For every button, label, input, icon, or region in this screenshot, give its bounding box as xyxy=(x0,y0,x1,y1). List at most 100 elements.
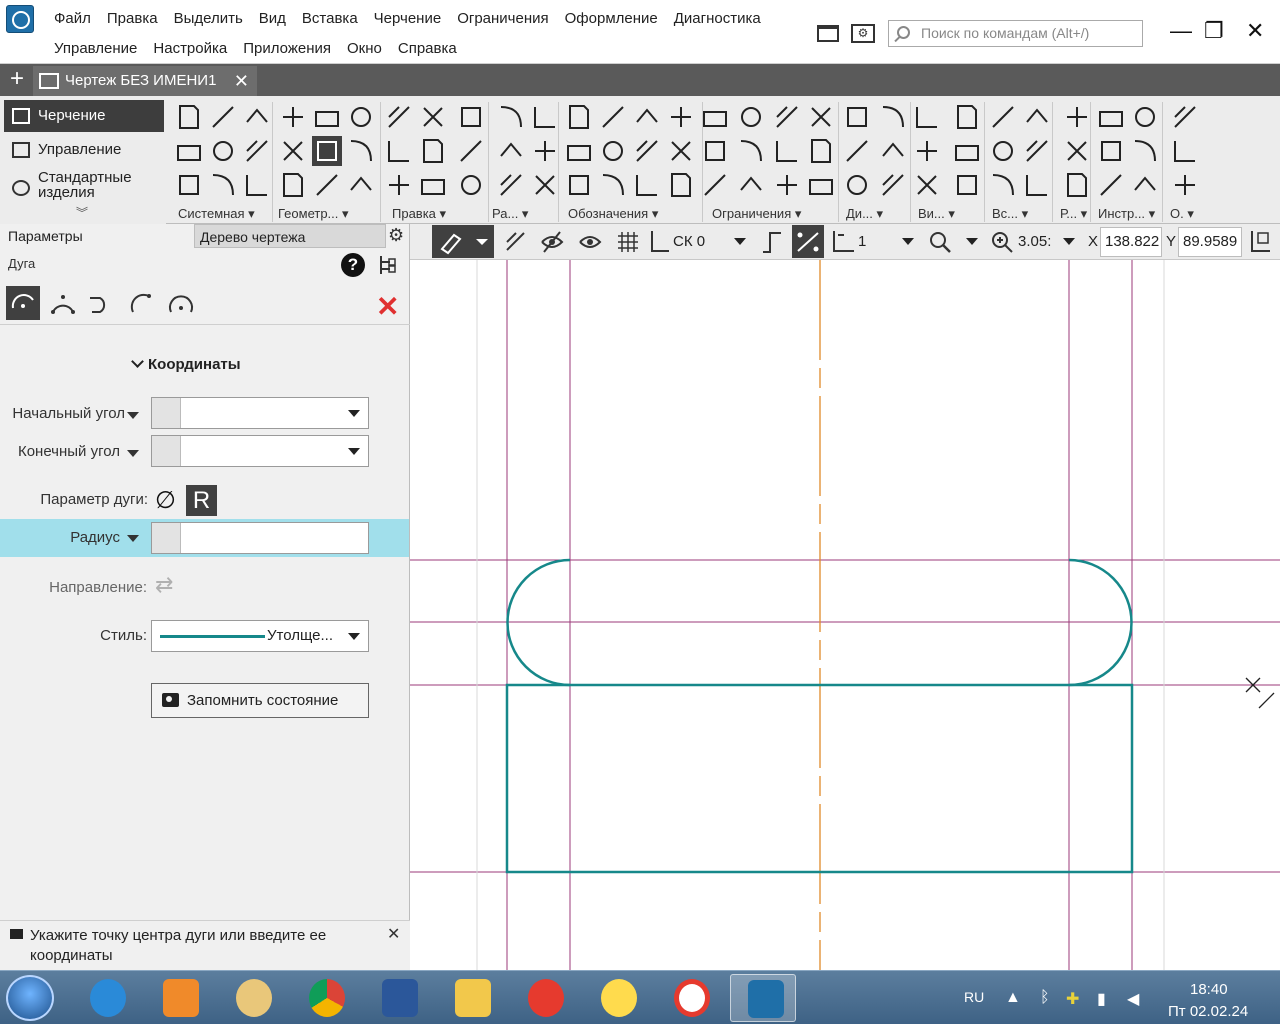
y-coordinate-field[interactable]: 89.9589 xyxy=(1178,227,1242,257)
ribbon-tool-button[interactable] xyxy=(530,102,560,132)
ribbon-tool-button[interactable] xyxy=(1096,102,1126,132)
ribbon-tool-button[interactable] xyxy=(242,102,272,132)
ribbon-tool-button[interactable] xyxy=(878,102,908,132)
ribbon-tool-button[interactable] xyxy=(632,136,662,166)
snap-toggle-button[interactable] xyxy=(432,225,494,258)
menu-window[interactable]: Окно xyxy=(339,38,390,60)
end-angle-dropdown-icon[interactable] xyxy=(348,448,360,455)
clock-date[interactable]: Пт 02.02.24 xyxy=(1168,1003,1248,1020)
ribbon-tool-button[interactable] xyxy=(772,102,802,132)
taskbar-chrome[interactable] xyxy=(292,974,358,1022)
tab-drawing-tree[interactable]: Дерево чертежа xyxy=(194,224,386,248)
arc-by-points-button[interactable] xyxy=(164,286,198,320)
menu-settings[interactable]: Настройка xyxy=(145,38,235,60)
ribbon-tool-button[interactable] xyxy=(700,102,730,132)
ribbon-tool-button[interactable] xyxy=(988,170,1018,200)
ribbon-tool-button[interactable] xyxy=(312,136,342,166)
ribbon-tool-button[interactable] xyxy=(1170,136,1200,166)
arc-three-points-button[interactable] xyxy=(46,286,80,320)
taskbar-yandex-music[interactable] xyxy=(584,974,650,1022)
taskbar-yandex-browser[interactable] xyxy=(511,974,577,1022)
ribbon-group-label[interactable]: Р... ▾ xyxy=(1060,206,1087,222)
ribbon-tool-button[interactable] xyxy=(278,170,308,200)
ribbon-tool-button[interactable] xyxy=(598,136,628,166)
ribbon-tool-button[interactable] xyxy=(842,170,872,200)
start-button[interactable] xyxy=(6,975,54,1021)
close-prompt-icon[interactable]: ✕ xyxy=(387,924,400,944)
ribbon-group-label[interactable]: Обозначения ▾ xyxy=(568,206,658,222)
layer-dropdown-icon[interactable] xyxy=(902,238,914,245)
ribbon-group-label[interactable]: Геометр... ▾ xyxy=(278,206,349,222)
tab-parameters[interactable]: Параметры xyxy=(0,224,194,248)
new-tab-button[interactable]: + xyxy=(4,67,30,93)
ribbon-tool-button[interactable] xyxy=(496,136,526,166)
restore-button[interactable]: ❐ xyxy=(1204,18,1224,44)
ribbon-tool-button[interactable] xyxy=(666,170,696,200)
ribbon-tool-button[interactable] xyxy=(1130,136,1160,166)
mode-manage[interactable]: Управление xyxy=(4,134,164,166)
show-eye-icon[interactable] xyxy=(578,230,602,254)
ribbon-tool-button[interactable] xyxy=(912,136,942,166)
swap-direction-icon[interactable]: ⇄ xyxy=(155,572,173,598)
ribbon-tool-button[interactable] xyxy=(418,102,448,132)
end-angle-field[interactable] xyxy=(151,435,369,467)
taskbar-media-player[interactable] xyxy=(146,974,212,1022)
ribbon-tool-button[interactable] xyxy=(1096,136,1126,166)
ribbon-tool-button[interactable] xyxy=(1022,136,1052,166)
end-angle-mode-arrow-icon[interactable] xyxy=(127,450,139,457)
ribbon-tool-button[interactable] xyxy=(1130,102,1160,132)
antivirus-icon[interactable]: ✚ xyxy=(1066,989,1079,1009)
start-angle-mode-arrow-icon[interactable] xyxy=(127,412,139,419)
coordinates-section-header[interactable]: Координаты xyxy=(131,355,241,373)
coordinate-system-value[interactable]: СК 0 xyxy=(673,233,705,250)
coordinate-lock-icon[interactable] xyxy=(1248,229,1272,255)
line-style-select[interactable]: Утолще... xyxy=(151,620,369,652)
ribbon-tool-button[interactable] xyxy=(736,170,766,200)
menu-insert[interactable]: Вставка xyxy=(294,8,366,30)
expand-modes-icon[interactable]: ︾ xyxy=(76,204,88,221)
taskbar-kompas[interactable] xyxy=(730,974,796,1022)
step-icon[interactable] xyxy=(760,230,784,254)
taskbar-yandex[interactable] xyxy=(657,974,723,1022)
ribbon-group-label[interactable]: Ра... ▾ xyxy=(492,206,528,222)
ribbon-tool-button[interactable] xyxy=(1170,170,1200,200)
ribbon-group-label[interactable]: Системная ▾ xyxy=(178,206,255,222)
radius-mode-arrow-icon[interactable] xyxy=(127,535,139,542)
radius-toggle[interactable]: R xyxy=(186,485,217,516)
menu-help[interactable]: Справка xyxy=(390,38,465,60)
snap-points-button[interactable] xyxy=(792,225,824,258)
ribbon-tool-button[interactable] xyxy=(666,136,696,166)
ribbon-tool-button[interactable] xyxy=(736,136,766,166)
menu-constraints[interactable]: Ограничения xyxy=(449,8,556,30)
network-icon[interactable]: ▮ xyxy=(1097,989,1106,1009)
ribbon-tool-button[interactable] xyxy=(564,170,594,200)
ribbon-group-label[interactable]: Ви... ▾ xyxy=(918,206,955,222)
start-angle-field[interactable] xyxy=(151,397,369,429)
taskbar-paint[interactable] xyxy=(219,974,285,1022)
menu-diagnostics[interactable]: Диагностика xyxy=(666,8,769,30)
ribbon-tool-button[interactable] xyxy=(530,136,560,166)
ribbon-tool-button[interactable] xyxy=(174,170,204,200)
taskbar-explorer[interactable] xyxy=(438,974,504,1022)
drawing-canvas[interactable] xyxy=(410,260,1280,970)
ribbon-tool-button[interactable] xyxy=(772,136,802,166)
remember-state-button[interactable]: Запомнить состояние xyxy=(151,683,369,718)
ribbon-tool-button[interactable] xyxy=(346,102,376,132)
menu-manage[interactable]: Управление xyxy=(46,38,145,60)
arc-center-mode-button[interactable] xyxy=(6,286,40,320)
ribbon-group-label[interactable]: Инстр... ▾ xyxy=(1098,206,1155,222)
zoom-window-icon[interactable] xyxy=(928,230,952,254)
ribbon-tool-button[interactable] xyxy=(988,136,1018,166)
ribbon-tool-button[interactable] xyxy=(806,136,836,166)
zoom-value[interactable]: 3.05: xyxy=(1018,233,1051,250)
ribbon-tool-button[interactable] xyxy=(174,136,204,166)
layer-icon[interactable] xyxy=(830,229,856,255)
ribbon-tool-button[interactable] xyxy=(312,170,342,200)
ribbon-tool-button[interactable] xyxy=(806,170,836,200)
ribbon-tool-button[interactable] xyxy=(418,170,448,200)
radius-lock[interactable] xyxy=(152,523,181,553)
ribbon-tool-button[interactable] xyxy=(384,136,414,166)
menu-file[interactable]: Файл xyxy=(46,8,99,30)
ribbon-tool-button[interactable] xyxy=(842,102,872,132)
ribbon-tool-button[interactable] xyxy=(496,170,526,200)
